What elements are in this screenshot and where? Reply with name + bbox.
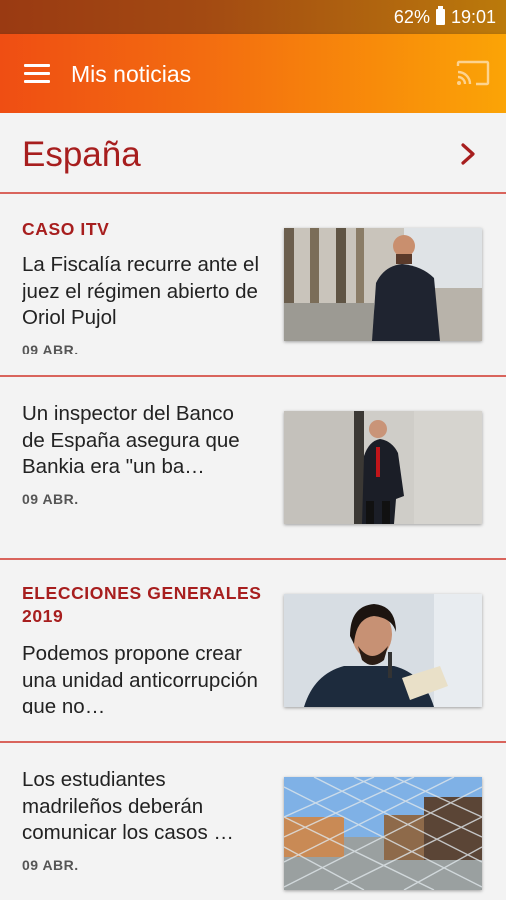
article-item[interactable]: Un inspector del Banco de España asegura… <box>0 377 506 558</box>
status-bar: 62% 19:01 <box>0 0 506 34</box>
article-thumbnail <box>284 228 482 341</box>
article-headline: Un inspector del Banco de España asegura… <box>22 402 240 478</box>
app-bar: Mis noticias <box>0 34 506 113</box>
article-date: 09 ABR. <box>22 491 79 507</box>
article-kicker: ELECCIONES GENERALES 2019 <box>22 583 262 626</box>
battery-icon <box>435 6 445 25</box>
article-thumbnail <box>284 594 482 707</box>
article-item[interactable]: ELECCIONES GENERALES 2019 Podemos propon… <box>0 560 506 741</box>
article-date: 09 ABR. <box>22 857 79 873</box>
article-date: 09 ABR. <box>22 342 79 354</box>
battery-percent: 62% <box>393 6 430 27</box>
article-item[interactable]: Los estudiantes madrileños deberán comun… <box>0 743 506 900</box>
article-headline: Los estudiantes madrileños deberán comun… <box>22 768 234 844</box>
chevron-right-icon[interactable] <box>458 142 478 166</box>
article-item[interactable]: CASO ITV La Fiscalía recurre ante el jue… <box>0 194 506 375</box>
article-headline: La Fiscalía recurre ante el juez el régi… <box>22 253 260 329</box>
hamburger-menu-icon[interactable] <box>24 62 52 84</box>
app-title: Mis noticias <box>71 61 192 87</box>
clock: 19:01 <box>450 6 496 27</box>
article-thumbnail <box>284 411 482 524</box>
cast-icon[interactable] <box>456 60 490 86</box>
section-title: España <box>22 135 141 174</box>
article-kicker: CASO ITV <box>22 219 110 239</box>
section-header[interactable]: España <box>0 113 506 192</box>
article-headline: Podemos propone crear una unidad anticor… <box>22 642 258 714</box>
article-thumbnail <box>284 777 482 890</box>
